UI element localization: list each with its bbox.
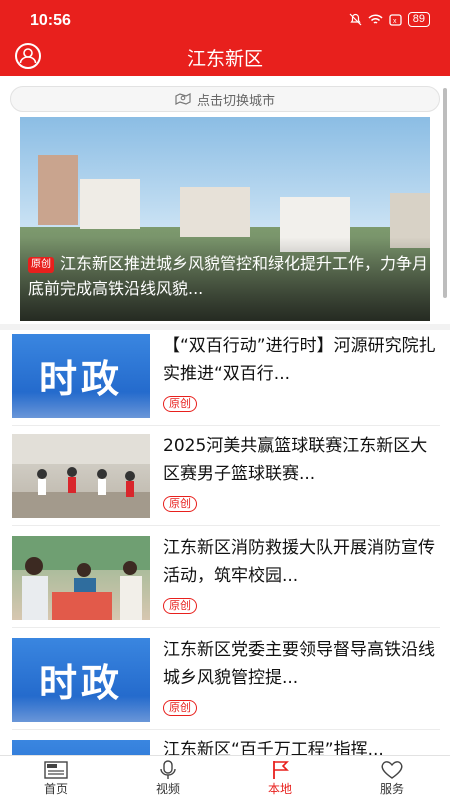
news-title: 2025河美共赢篮球联赛江东新区大区赛男子篮球联赛... [163, 436, 428, 484]
status-time: 10:56 [30, 12, 71, 29]
wifi-icon [368, 13, 383, 24]
news-title: 江东新区“百千万工程”指挥... [163, 740, 384, 755]
original-tag: 原创 [163, 700, 197, 716]
bottom-tab-bar: 首页 视频 本地 服务 [0, 755, 450, 801]
tab-label: 服务 [379, 782, 404, 796]
heart-icon [381, 761, 403, 779]
tab-label: 首页 [43, 782, 68, 796]
flag-icon [273, 761, 289, 779]
app-header: 江东新区 [0, 38, 450, 76]
tab-label: 本地 [267, 782, 292, 796]
map-location-icon [175, 93, 191, 105]
newspaper-icon [44, 761, 68, 779]
news-item[interactable]: 江东新区消防救援大队开展消防宣传活动，筑牢校园... 原创 [0, 528, 450, 628]
news-item[interactable]: 2025河美共赢篮球联赛江东新区大区赛男子篮球联赛... 原创 [0, 426, 450, 526]
switch-city-button[interactable]: 点击切换城市 [10, 86, 440, 112]
news-title: 【“双百行动”进行时】河源研究院扎实推进“双百行... [163, 336, 436, 384]
hero-banner[interactable]: 原创 江东新区推进城乡风貌管控和绿化提升工作，力争月底前完成高铁沿线风貌... [20, 117, 430, 321]
news-item[interactable]: 时政 江东新区党委主要领导督导高铁沿线城乡风貌管控提... 原创 [0, 630, 450, 730]
sim-icon: x [389, 13, 402, 26]
news-thumbnail [12, 740, 150, 755]
scrollbar[interactable] [443, 88, 447, 298]
tab-local[interactable]: 本地 [224, 756, 336, 801]
news-thumbnail [12, 434, 150, 518]
hero-caption-text: 江东新区推进城乡风貌管控和绿化提升工作，力争月底前完成高铁沿线风貌... [28, 254, 429, 298]
hero-caption: 原创 江东新区推进城乡风貌管控和绿化提升工作，力争月底前完成高铁沿线风貌... [28, 251, 430, 301]
news-title: 江东新区党委主要领导督导高铁沿线城乡风貌管控提... [163, 640, 435, 688]
tab-video[interactable]: 视频 [112, 756, 224, 801]
status-bar: 10:56 x 89 [0, 0, 450, 38]
switch-city-label: 点击切换城市 [196, 93, 275, 109]
news-thumbnail: 时政 [12, 334, 150, 418]
mute-icon [349, 13, 362, 26]
original-tag: 原创 [163, 496, 197, 512]
tab-home[interactable]: 首页 [0, 756, 112, 801]
original-tag: 原创 [163, 396, 197, 412]
news-title: 江东新区消防救援大队开展消防宣传活动，筑牢校园... [163, 538, 435, 586]
news-item[interactable]: 时政 【“双百行动”进行时】河源研究院扎实推进“双百行... 原创 [0, 326, 450, 426]
status-icons: x 89 [349, 12, 430, 27]
tab-service[interactable]: 服务 [336, 756, 448, 801]
news-thumbnail: 时政 [12, 638, 150, 722]
original-badge: 原创 [28, 257, 54, 273]
battery-icon: 89 [407, 12, 430, 27]
original-tag: 原创 [163, 598, 197, 614]
svg-text:x: x [393, 18, 397, 25]
news-thumbnail [12, 536, 150, 620]
microphone-icon [160, 760, 176, 779]
tab-label: 视频 [155, 782, 180, 796]
news-item[interactable]: 江东新区“百千万工程”指挥... [0, 732, 450, 755]
page-title: 江东新区 [186, 48, 263, 70]
